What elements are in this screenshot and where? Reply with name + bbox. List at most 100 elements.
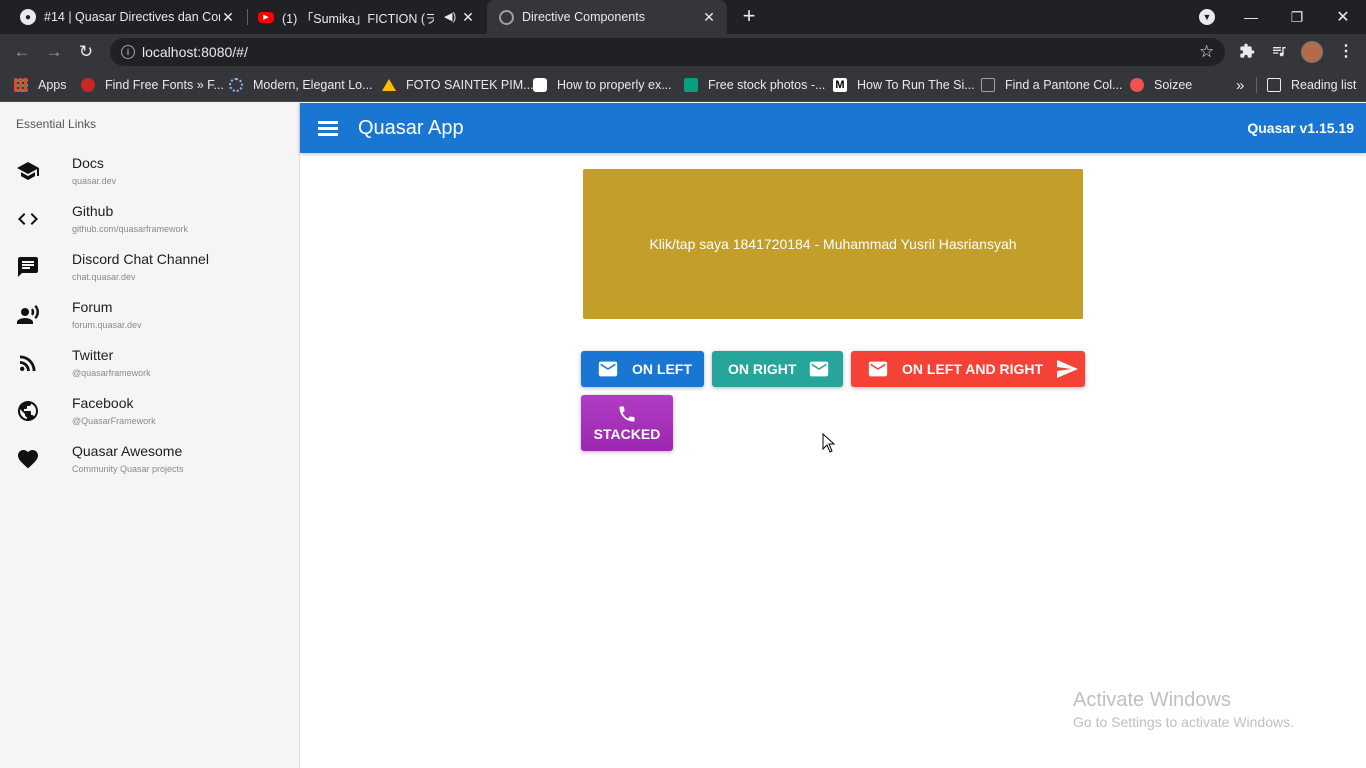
bookmark-label: Apps [38,78,67,92]
address-text[interactable]: localhost:8080/#/ [142,44,248,60]
forward-icon[interactable]: → [42,40,66,64]
on-left-label: ON LEFT [632,361,692,377]
mouse-cursor-icon [822,433,836,453]
bookmark-free-fonts[interactable]: Find Free Fonts » F... [81,70,224,100]
on-right-button[interactable]: ON RIGHT [712,351,843,387]
bookmark-label: FOTO SAINTEK PIM... [406,78,534,92]
link-title: Forum [72,299,113,315]
bookmark-label: How to properly ex... [557,78,672,92]
on-left-and-right-button[interactable]: ON LEFT AND RIGHT [851,351,1085,387]
tab-title: (1) 「Sumika」FICTION (ヲタクに [282,11,434,26]
close-window-button[interactable]: ✕ [1320,0,1366,34]
tab-directive-components[interactable]: Directive Components ✕ [487,0,727,34]
media-control-icon[interactable] [1271,43,1287,59]
quasar-icon [499,9,514,25]
bookmark-how-to-properly[interactable]: How to properly ex... [533,70,672,100]
reading-list-button[interactable]: Reading list [1267,70,1356,100]
reading-list-label: Reading list [1291,78,1357,92]
close-icon[interactable]: ✕ [220,9,236,25]
bookmark-foto-saintek[interactable]: FOTO SAINTEK PIM... [382,70,534,100]
link-caption: chat.quasar.dev [72,272,136,282]
reading-list-icon [1267,78,1281,92]
link-item-facebook[interactable]: Facebook @QuasarFramework [0,390,299,438]
mail-icon [810,361,829,377]
stacked-button[interactable]: STACKED [581,395,673,451]
bookmark-free-stock-photos[interactable]: Free stock photos -... [684,70,825,100]
bookmark-how-to-run[interactable]: M How To Run The Si... [833,70,975,100]
close-icon[interactable]: ✕ [701,9,717,25]
bookmark-label: Soizee [1154,78,1193,92]
link-item-github[interactable]: Github github.com/quasarframework [0,198,299,246]
logo-icon [229,78,243,92]
activate-windows-subtitle: Go to Settings to activate Windows. [1073,714,1294,730]
bookmark-soizee[interactable]: Soizee [1130,70,1192,100]
link-title: Discord Chat Channel [72,251,209,267]
bookmark-apps[interactable]: Apps [14,70,67,100]
quasar-version: Quasar v1.15.19 [1247,120,1354,136]
tab-search-icon[interactable]: ▼ [1199,9,1215,25]
mail-icon [598,361,618,377]
link-caption: forum.quasar.dev [72,320,142,330]
rss-feed-icon [20,355,36,371]
speaker-icon[interactable]: ◀) [444,10,456,23]
link-item-discord[interactable]: Discord Chat Channel chat.quasar.dev [0,246,299,294]
google-drive-icon [382,79,396,91]
link-title: Twitter [72,347,114,363]
mail-icon [868,361,888,377]
restore-button[interactable]: ❐ [1274,0,1320,34]
on-right-label: ON RIGHT [728,361,797,377]
youtube-icon: ▶ [258,11,274,23]
tab-quasar-directives[interactable]: ● #14 | Quasar Directives dan Com ✕ [0,0,246,34]
link-item-quasar-awesome[interactable]: Quasar Awesome Community Quasar projects [0,438,299,486]
tab-title: #14 | Quasar Directives dan Com [44,10,220,24]
more-bookmarks-button[interactable]: » [1236,70,1244,100]
chrome-menu-icon[interactable]: ⋮ [1338,41,1354,61]
reload-icon[interactable]: ↻ [74,40,98,64]
pexels-icon [684,78,698,92]
extensions-icon[interactable] [1239,43,1255,59]
phone-icon [619,406,635,422]
address-bar[interactable] [110,38,1225,66]
touch-hold-box[interactable]: Klik/tap saya 1841720184 - Muhammad Yusr… [583,169,1083,319]
stacked-label: STACKED [593,426,661,442]
link-item-docs[interactable]: Docs quasar.dev [0,150,299,198]
link-item-forum[interactable]: Forum forum.quasar.dev [0,294,299,342]
bookmark-star-icon[interactable]: ☆ [1199,42,1214,62]
profile-avatar[interactable] [1301,41,1323,63]
code-icon [18,213,38,225]
activate-windows-title: Activate Windows [1073,689,1231,711]
bookmark-modern-elegant[interactable]: Modern, Elegant Lo... [229,70,373,100]
on-left-and-right-label: ON LEFT AND RIGHT [902,361,1044,377]
school-icon [17,162,39,180]
fonts-icon [81,78,95,92]
bookmark-label: Free stock photos -... [708,78,826,92]
send-icon [1057,360,1079,378]
close-icon[interactable]: ✕ [460,9,476,25]
link-title: Docs [72,155,104,171]
apps-grid-icon [14,78,28,92]
bookmark-label: Find a Pantone Col... [1005,78,1123,92]
link-title: Github [72,203,114,219]
link-item-twitter[interactable]: Twitter @quasarframework [0,342,299,390]
minimize-button[interactable]: ― [1228,0,1274,34]
link-caption: @QuasarFramework [72,416,156,426]
app-title: Quasar App [358,117,464,139]
link-caption: quasar.dev [72,176,117,186]
new-tab-button[interactable]: + [738,5,760,27]
touch-box-text: Klik/tap saya 1841720184 - Muhammad Yusr… [649,236,1017,252]
menu-icon[interactable] [316,118,340,138]
bookmark-label: Find Free Fonts » F... [105,78,224,92]
link-caption: @quasarframework [72,368,151,378]
tab-youtube[interactable]: ▶ (1) 「Sumika」FICTION (ヲタクに ◀) ✕ [238,0,486,34]
info-icon[interactable]: i [121,45,135,59]
on-left-button[interactable]: ON LEFT [581,351,704,387]
chat-icon [18,257,38,277]
page-icon [981,78,995,92]
back-icon[interactable]: ← [10,40,34,64]
soizee-icon [1130,78,1144,92]
record-voice-icon [17,305,39,324]
bookmark-pantone[interactable]: Find a Pantone Col... [981,70,1122,100]
tab-title: Directive Components [522,10,645,24]
bookmark-label: Modern, Elegant Lo... [253,78,373,92]
link-title: Quasar Awesome [72,443,183,459]
